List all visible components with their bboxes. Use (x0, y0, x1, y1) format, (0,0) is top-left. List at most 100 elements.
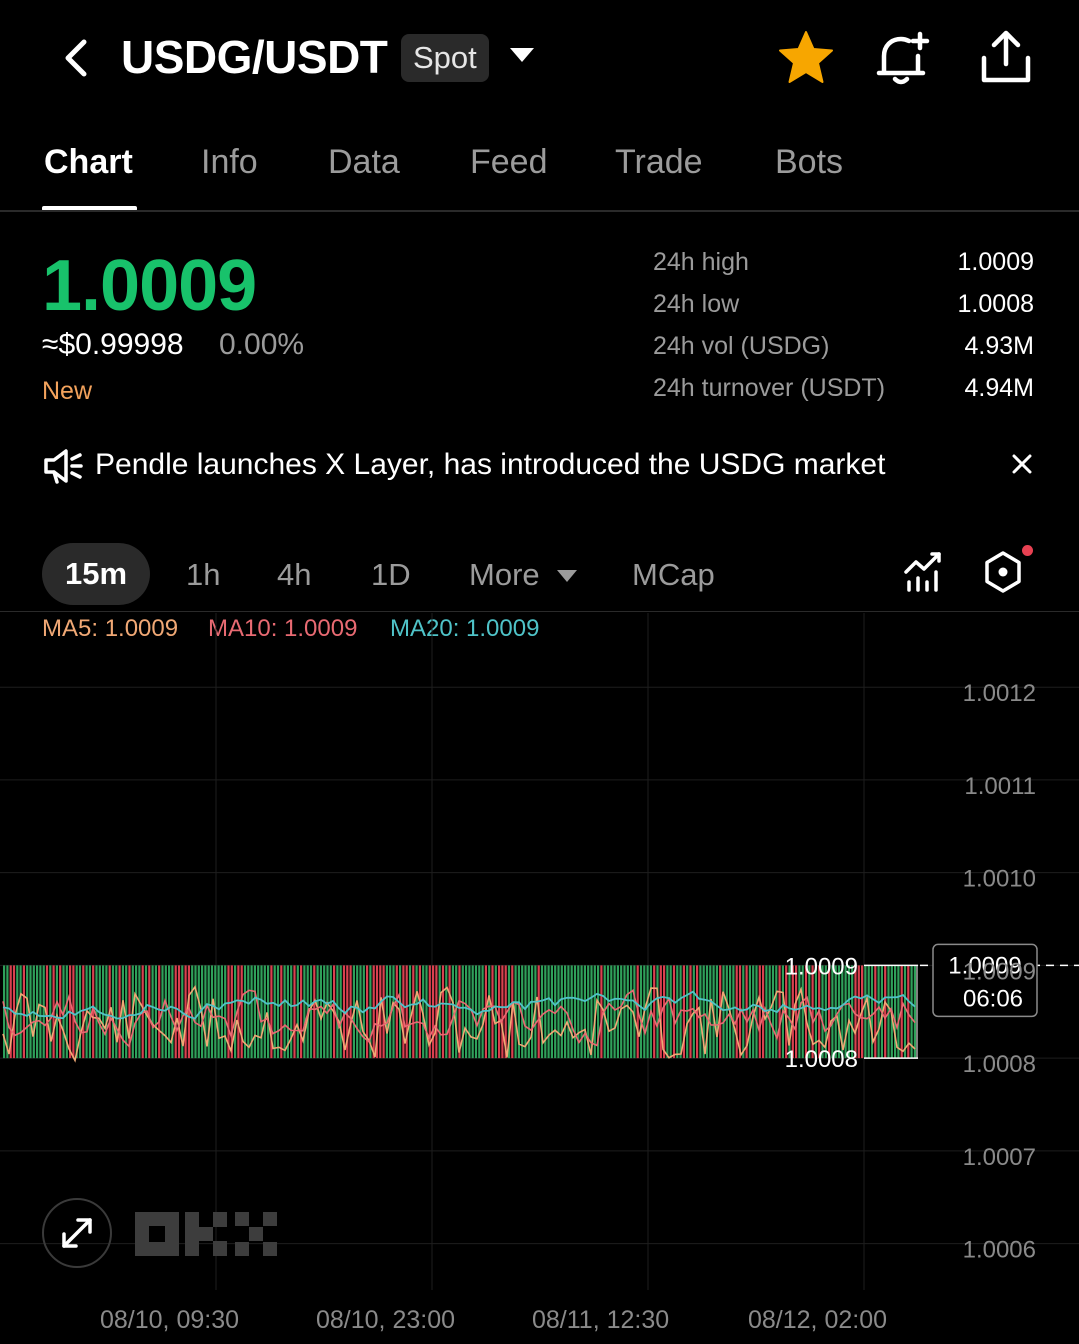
candle-up (748, 965, 751, 1059)
fullscreen-button[interactable] (42, 1198, 112, 1268)
okx-logo-watermark (135, 1212, 277, 1256)
candle-up (666, 965, 669, 1059)
timeframe-15m[interactable]: 15m (42, 543, 150, 605)
candle-up (309, 965, 313, 1059)
candle-up (42, 965, 45, 1059)
candle-up (26, 965, 29, 1059)
candle-up (191, 965, 194, 1059)
candle-down (689, 965, 692, 1059)
tab-bots[interactable]: Bots (775, 143, 843, 182)
candle-up (283, 965, 286, 1059)
candle-up (468, 965, 471, 1059)
candle-down (174, 965, 177, 1059)
candle-up (465, 965, 468, 1059)
candle-up (102, 965, 105, 1059)
favorite-star-icon[interactable] (776, 28, 836, 88)
y-tick-label: 1.0010 (963, 866, 1036, 893)
candle-down (778, 965, 781, 1059)
candle-down (441, 965, 445, 1059)
y-tick-label: 1.0011 (964, 773, 1036, 800)
indicators-icon[interactable] (903, 550, 947, 594)
candle-up (715, 965, 718, 1059)
candle-up (656, 965, 659, 1059)
share-icon[interactable] (976, 28, 1036, 88)
chart-grid (0, 613, 1079, 1290)
candle-up (415, 965, 418, 1059)
candle-up (474, 965, 478, 1059)
candle-up (583, 965, 586, 1059)
candle-up (247, 965, 250, 1059)
price-change-percent: 0.00% (219, 328, 305, 361)
candle-up (194, 965, 197, 1059)
candle-up (105, 965, 108, 1059)
candle-down (82, 965, 85, 1059)
range-high-label: 1.0009 (785, 953, 858, 980)
more-chevron-down-icon[interactable] (557, 570, 577, 582)
candle-up (626, 965, 629, 1059)
candle-down (498, 965, 501, 1059)
candle-up (610, 965, 613, 1059)
candle-up (646, 965, 649, 1059)
close-icon[interactable] (1008, 450, 1036, 478)
candle-up (234, 965, 237, 1059)
candle-down (293, 965, 296, 1059)
candle-up (903, 965, 907, 1059)
stat-label-24h-turnover: 24h turnover (USDT) (653, 374, 886, 402)
market-type-badge[interactable]: Spot (401, 34, 489, 82)
x-tick-label: 08/10, 09:30 (100, 1306, 240, 1334)
candle-down (240, 965, 243, 1059)
tab-info[interactable]: Info (201, 143, 258, 182)
candle-up (771, 965, 775, 1059)
candle-up (39, 965, 42, 1059)
timeframe-1h[interactable]: 1h (186, 557, 220, 593)
back-arrow-icon[interactable] (58, 36, 94, 80)
candle-down (395, 965, 398, 1059)
tab-feed[interactable]: Feed (470, 143, 548, 182)
timeframe-4h[interactable]: 4h (277, 557, 311, 593)
candle-up (253, 965, 256, 1059)
candle-up (573, 965, 577, 1059)
x-tick-label: 08/10, 23:00 (316, 1306, 456, 1334)
candle-down (300, 965, 303, 1059)
candle-down (22, 965, 25, 1059)
candle-up (755, 965, 758, 1059)
price-chart[interactable]: 1.00091.00081.000906:06 1.00121.00111.00… (0, 613, 1079, 1290)
expand-icon (62, 1218, 92, 1248)
candle-down (405, 965, 408, 1059)
timeframe-more-button[interactable]: More (469, 557, 540, 593)
tab-trade[interactable]: Trade (615, 143, 703, 182)
candle-down (663, 965, 666, 1059)
candle-up (303, 965, 306, 1059)
tab-data[interactable]: Data (328, 143, 400, 182)
candle-down (372, 965, 375, 1059)
price-alert-bell-icon[interactable] (872, 28, 932, 88)
timeframe-1d[interactable]: 1D (371, 557, 411, 593)
candle-up (55, 965, 58, 1059)
pair-title[interactable]: USDG/USDT (121, 30, 388, 84)
pair-dropdown-chevron-icon[interactable] (510, 48, 534, 62)
candle-up (267, 965, 270, 1059)
candle-up (151, 965, 154, 1059)
tab-chart[interactable]: Chart (44, 143, 133, 182)
candle-down (418, 965, 421, 1059)
tab-divider (0, 210, 1079, 212)
candle-up (577, 965, 580, 1059)
announcement-text[interactable]: Pendle launches X Layer, has introduced … (95, 448, 885, 482)
candle-down (758, 965, 761, 1059)
candle-up (557, 965, 560, 1059)
candle-up (897, 965, 900, 1059)
candle-down (118, 965, 121, 1059)
candle-up (171, 965, 174, 1059)
stat-value-24h-vol: 4.93M (964, 332, 1034, 360)
candle-down (148, 965, 151, 1059)
y-tick-label: 1.0006 (963, 1237, 1036, 1264)
candle-up (273, 965, 276, 1059)
candle-up (296, 965, 299, 1059)
candle-up (135, 965, 138, 1059)
candle-up (722, 965, 725, 1059)
candle-up (115, 965, 118, 1059)
mcap-toggle[interactable]: MCap (632, 557, 715, 593)
candle-down (313, 965, 316, 1059)
chart-settings-icon[interactable] (981, 550, 1025, 594)
candle-down (672, 965, 676, 1059)
